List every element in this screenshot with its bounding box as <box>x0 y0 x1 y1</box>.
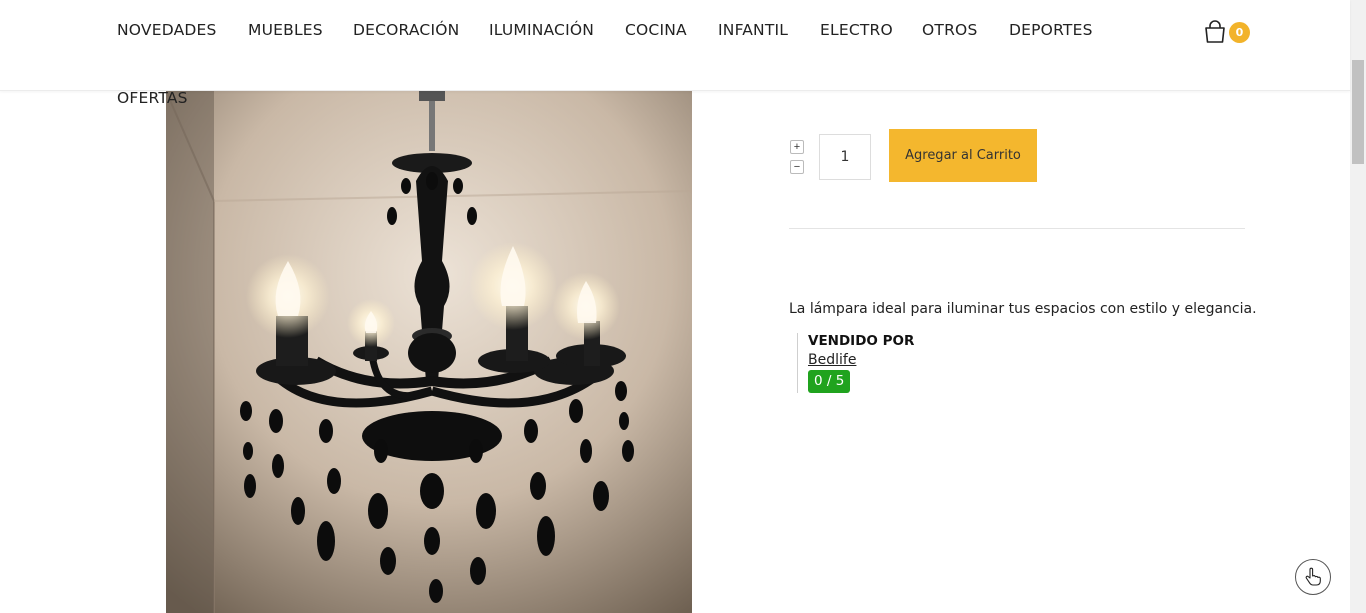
product-image[interactable] <box>166 91 692 613</box>
cart-button[interactable]: 0 <box>1203 20 1253 46</box>
nav-item-muebles[interactable]: MUEBLES <box>248 21 323 39</box>
divider <box>789 228 1245 229</box>
vendor-info: VENDIDO POR Bedlife 0 / 5 <box>797 333 998 393</box>
nav-item-deportes[interactable]: DEPORTES <box>1009 21 1093 39</box>
nav-item-cocina[interactable]: COCINA <box>625 21 687 39</box>
site-header: NOVEDADES MUEBLES DECORACIÓN ILUMINACIÓN… <box>0 0 1350 91</box>
page-scrollbar[interactable] <box>1350 0 1366 613</box>
hand-pointer-icon <box>1305 567 1321 586</box>
floating-pointer-button[interactable] <box>1295 559 1331 595</box>
scrollbar-thumb[interactable] <box>1352 60 1364 164</box>
quantity-increment-button[interactable]: + <box>790 140 804 154</box>
vendor-title: VENDIDO POR <box>808 333 915 349</box>
vendor-name-link[interactable]: Bedlife <box>808 352 856 368</box>
nav-item-infantil[interactable]: INFANTIL <box>718 21 788 39</box>
nav-item-otros[interactable]: OTROS <box>922 21 977 39</box>
nav-item-iluminacion[interactable]: ILUMINACIÓN <box>489 21 594 39</box>
nav-item-ofertas[interactable]: OFERTAS <box>117 89 188 107</box>
vendor-rating-badge: 0 / 5 <box>808 370 851 393</box>
quantity-decrement-button[interactable]: − <box>790 160 804 174</box>
chandelier-photo <box>166 91 692 613</box>
nav-item-decoracion[interactable]: DECORACIÓN <box>353 21 459 39</box>
product-description: La lámpara ideal para iluminar tus espac… <box>789 301 1257 317</box>
add-to-cart-button[interactable]: Agregar al Carrito <box>889 129 1037 182</box>
nav-item-electro[interactable]: ELECTRO <box>820 21 893 39</box>
nav-item-novedades[interactable]: NOVEDADES <box>117 21 217 39</box>
shopping-bag-icon <box>1205 20 1225 43</box>
cart-count-badge: 0 <box>1229 22 1250 43</box>
quantity-input[interactable] <box>819 134 871 180</box>
